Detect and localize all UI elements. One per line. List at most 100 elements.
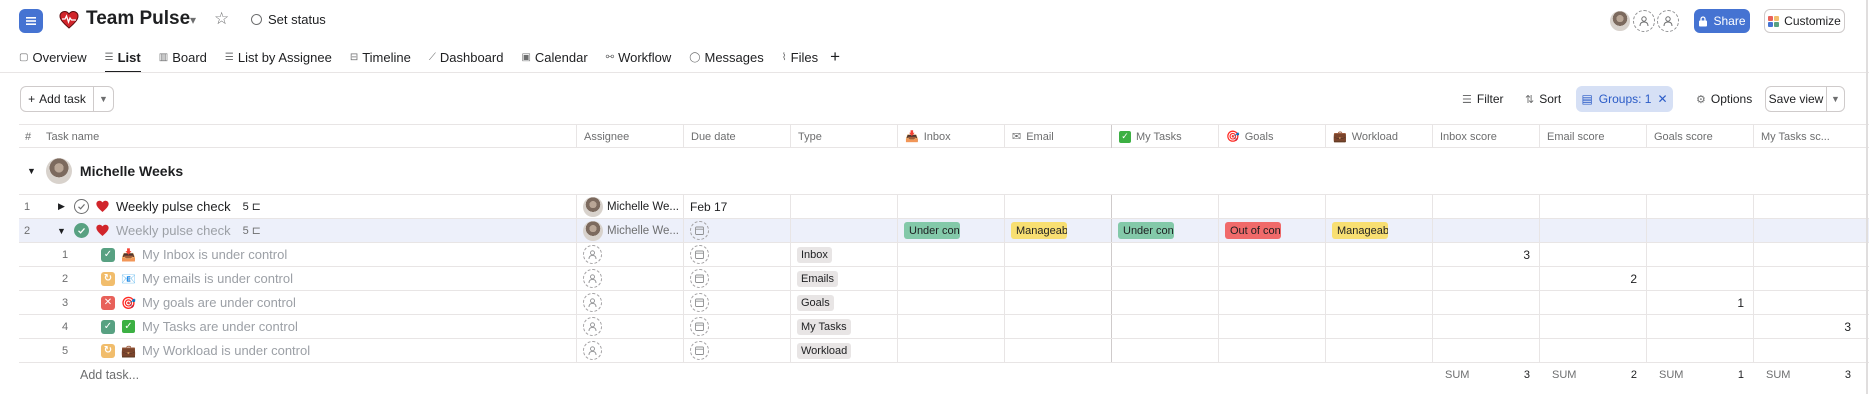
goals-cell[interactable] (1218, 195, 1325, 218)
close-icon[interactable]: ✕ (1657, 92, 1667, 106)
tab-list-by-assignee[interactable]: ☰ List by Assignee (225, 42, 332, 72)
assignee-cell[interactable] (576, 267, 683, 290)
chevron-down-icon[interactable]: ▼ (93, 87, 113, 111)
sort-button[interactable]: ⇅ Sort (1525, 86, 1561, 112)
subtask-count[interactable]: 5 ⊏ (243, 200, 261, 214)
share-button[interactable]: Share (1694, 9, 1750, 33)
my-tasks-cell[interactable] (1111, 243, 1218, 266)
tab-board[interactable]: ▥ Board (159, 42, 207, 72)
inbox-cell[interactable] (897, 315, 1004, 338)
tab-files[interactable]: ⌇ Files (782, 42, 818, 72)
type-cell[interactable]: Inbox (790, 243, 897, 266)
inbox-cell[interactable] (897, 291, 1004, 314)
assignee-cell[interactable] (576, 243, 683, 266)
tab-timeline[interactable]: ⊟ Timeline (350, 42, 411, 72)
my-tasks-score-cell[interactable] (1753, 195, 1860, 218)
table-row[interactable]: 1 ▶ Weekly pulse check 5 ⊏ Michelle We...… (19, 194, 1869, 218)
assignee-cell[interactable] (576, 315, 683, 338)
inbox-score-cell[interactable] (1432, 267, 1539, 290)
my-tasks-score-sum[interactable]: SUM 3 (1753, 363, 1860, 386)
project-title[interactable]: Team Pulse (86, 8, 190, 30)
customize-button[interactable]: Customize (1764, 9, 1845, 33)
goals-score-cell[interactable] (1646, 339, 1753, 362)
due-date-cell[interactable] (683, 339, 790, 362)
empty-member-icon[interactable] (1633, 10, 1655, 32)
goals-cell[interactable]: Out of con... (1218, 219, 1325, 242)
type-tag[interactable]: Emails (797, 270, 839, 287)
subtask-row[interactable]: 1 ✓ 📥 My Inbox is under control Inbox 3 (19, 242, 1869, 266)
empty-member-icon[interactable] (1657, 10, 1679, 32)
assignee-cell[interactable] (576, 339, 683, 362)
email-score-cell[interactable] (1539, 243, 1646, 266)
col-assignee[interactable]: Assignee (576, 125, 683, 148)
email-cell[interactable] (1004, 243, 1111, 266)
email-cell[interactable]: Manageable (1004, 219, 1111, 242)
col-task-name[interactable]: Task name (19, 125, 595, 148)
email-score-cell[interactable] (1539, 195, 1646, 218)
inbox-status-pill[interactable]: Under con... (904, 222, 960, 239)
email-cell[interactable] (1004, 339, 1111, 362)
caret-down-icon[interactable]: ▼ (57, 219, 66, 242)
inbox-score-cell[interactable]: 3 (1432, 243, 1539, 266)
subtask-row[interactable]: 4 ✓ ✓ My Tasks are under control My Task… (19, 314, 1869, 338)
subtask-count[interactable]: 5 ⊏ (243, 224, 261, 238)
email-cell[interactable] (1004, 315, 1111, 338)
col-email-score[interactable]: Email score (1539, 125, 1646, 148)
workload-cell[interactable] (1325, 195, 1432, 218)
type-cell[interactable]: My Tasks (790, 315, 897, 338)
goals-cell[interactable] (1218, 243, 1325, 266)
inbox-cell[interactable] (897, 339, 1004, 362)
task-name[interactable]: My Tasks are under control (142, 319, 298, 334)
tab-list[interactable]: ☰ List (104, 42, 141, 73)
my-tasks-score-cell[interactable] (1753, 339, 1860, 362)
set-status-button[interactable]: Set status (251, 12, 326, 27)
assignee-cell[interactable] (576, 291, 683, 314)
due-date-cell[interactable] (683, 267, 790, 290)
col-goals-score[interactable]: Goals score (1646, 125, 1753, 148)
complete-check-icon[interactable] (74, 199, 89, 214)
star-icon[interactable]: ☆ (214, 9, 229, 29)
inbox-score-cell[interactable] (1432, 219, 1539, 242)
project-members[interactable] (1609, 10, 1679, 32)
empty-assignee-icon[interactable] (583, 341, 602, 360)
goals-score-cell[interactable] (1646, 219, 1753, 242)
filter-button[interactable]: ☰ Filter (1462, 86, 1504, 112)
task-cell[interactable]: Weekly pulse check 5 ⊏ (74, 219, 261, 242)
my-tasks-status-pill[interactable]: Under con... (1118, 222, 1174, 239)
col-type[interactable]: Type (790, 125, 897, 148)
workload-cell[interactable] (1325, 291, 1432, 314)
workload-cell[interactable] (1325, 243, 1432, 266)
col-my-tasks-score[interactable]: My Tasks sc... (1753, 125, 1860, 148)
email-score-cell[interactable] (1539, 219, 1646, 242)
workload-status-pill[interactable]: Manageable (1332, 222, 1388, 239)
goals-score-cell[interactable] (1646, 267, 1753, 290)
section-header[interactable]: ▼ Michelle Weeks (19, 148, 1869, 194)
in-progress-status-icon[interactable]: ↻ (101, 271, 115, 286)
add-tab-icon[interactable]: + (830, 47, 840, 67)
my-tasks-cell[interactable] (1111, 291, 1218, 314)
inbox-score-cell[interactable] (1432, 339, 1539, 362)
due-date-cell[interactable]: Feb 17 (683, 195, 790, 218)
col-email[interactable]: ✉ Email (1004, 125, 1111, 148)
tab-dashboard[interactable]: ⟋ Dashboard (429, 42, 504, 72)
goals-score-cell[interactable] (1646, 315, 1753, 338)
add-task-link[interactable]: Add task... (80, 363, 139, 386)
col-due-date[interactable]: Due date (683, 125, 790, 148)
due-date-cell[interactable] (683, 243, 790, 266)
my-tasks-cell[interactable] (1111, 195, 1218, 218)
email-cell[interactable] (1004, 195, 1111, 218)
done-status-icon[interactable]: ✓ (101, 319, 115, 334)
email-score-cell[interactable] (1539, 315, 1646, 338)
calendar-icon[interactable] (690, 293, 709, 312)
task-name[interactable]: My Workload is under control (142, 343, 310, 358)
type-tag[interactable]: My Tasks (797, 318, 851, 335)
tab-workflow[interactable]: ⚯ Workflow (606, 42, 672, 72)
empty-assignee-icon[interactable] (583, 245, 602, 264)
save-view-main[interactable]: Save view (1766, 87, 1826, 111)
goals-score-sum[interactable]: SUM 1 (1646, 363, 1753, 386)
due-date-cell[interactable] (683, 315, 790, 338)
empty-assignee-icon[interactable] (583, 317, 602, 336)
type-cell[interactable]: Emails (790, 267, 897, 290)
subtask-row[interactable]: 2 ↻ 📧 My emails is under control Emails … (19, 266, 1869, 290)
goals-cell[interactable] (1218, 267, 1325, 290)
